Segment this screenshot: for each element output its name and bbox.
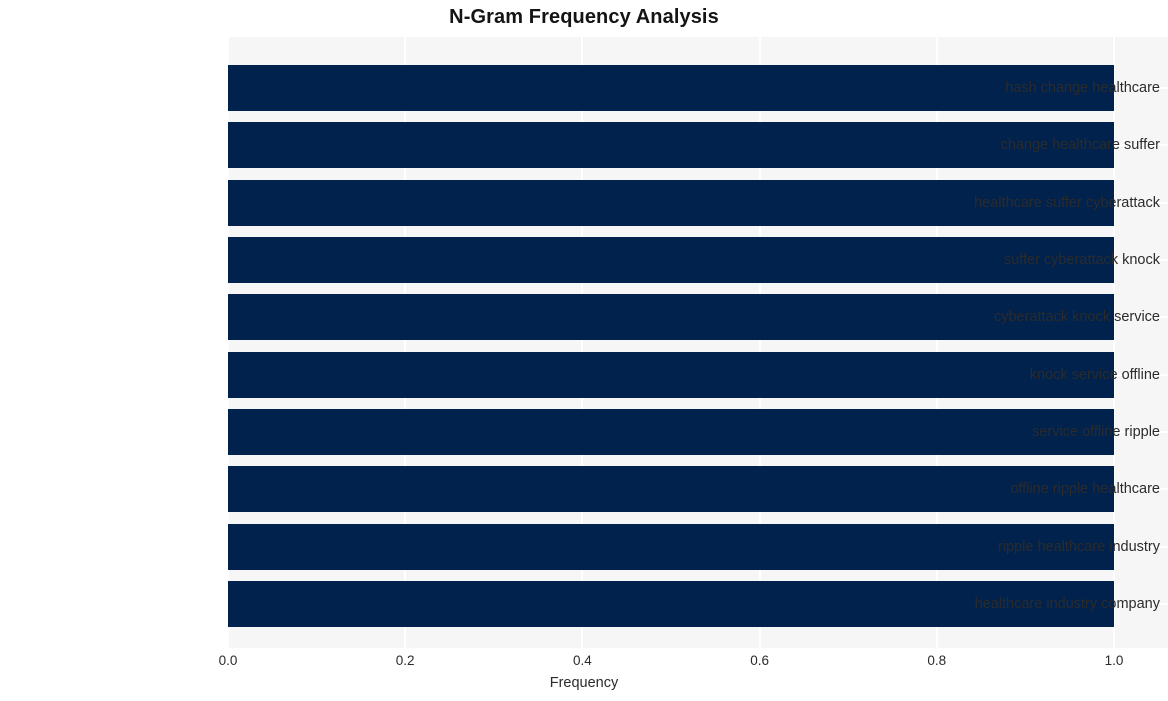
y-axis-tick-label: healthcare suffer cyberattack: [974, 194, 1160, 211]
x-axis-tick-label: 1.0: [1104, 653, 1124, 668]
y-axis-tick-label: healthcare industry company: [974, 596, 1160, 613]
x-axis-tick-label: 0.6: [750, 653, 769, 668]
x-axis-tick-label: 0.2: [395, 653, 415, 668]
x-axis-tick-label: 0.8: [927, 653, 947, 668]
y-axis-tick-label: offline ripple healthcare: [1010, 481, 1160, 498]
x-axis-tick-label: 0.4: [573, 653, 592, 668]
ngram-frequency-chart: N-Gram Frequency Analysis hash change he…: [0, 0, 1168, 701]
y-axis-tick-label: ripple healthcare industry: [997, 538, 1160, 555]
y-axis-tick-label: service offline ripple: [1032, 424, 1160, 441]
y-axis-tick-label: cyberattack knock service: [993, 309, 1160, 326]
y-axis-tick-label: hash change healthcare: [1005, 80, 1160, 96]
x-axis-tick-label: 0.0: [218, 653, 238, 668]
plot-area: [227, 37, 1168, 648]
y-axis-tick-label: suffer cyberattack knock: [1003, 252, 1160, 269]
x-axis-label: Frequency: [549, 675, 619, 691]
chart-title: N-Gram Frequency Analysis: [449, 6, 719, 28]
y-axis-tick-label: change healthcare suffer: [1000, 137, 1160, 154]
y-axis-tick-label: knock service offline: [1029, 366, 1160, 383]
